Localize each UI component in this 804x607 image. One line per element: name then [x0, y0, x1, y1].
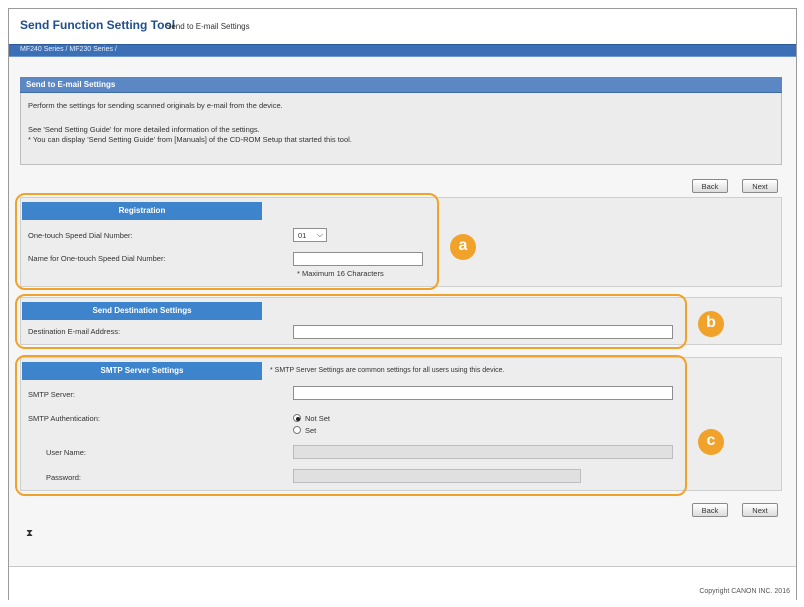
callout-b-badge: b	[698, 311, 724, 337]
next-button-bottom[interactable]: Next	[742, 503, 778, 517]
callout-c-outline	[15, 355, 687, 496]
next-button[interactable]: Next	[742, 179, 778, 193]
info-text-3: * You can display 'Send Setting Guide' f…	[28, 135, 352, 144]
breadcrumb-bar	[9, 44, 796, 57]
app-title: Send Function Setting Tool	[20, 18, 176, 32]
breadcrumb[interactable]: MF240 Series / MF230 Series /	[20, 46, 117, 53]
top-of-page-icon[interactable]: ⧗	[26, 528, 33, 539]
info-header	[20, 77, 782, 93]
back-button-bottom[interactable]: Back	[692, 503, 728, 517]
footer	[9, 566, 796, 600]
info-text-1: Perform the settings for sending scanned…	[28, 101, 283, 110]
page-subtitle: Send to E-mail Settings	[166, 22, 250, 31]
info-text-2: See 'Send Setting Guide' for more detail…	[28, 125, 260, 134]
callout-b-outline	[15, 294, 687, 349]
info-title: Send to E-mail Settings	[26, 80, 116, 89]
callout-c-badge: c	[698, 429, 724, 455]
callout-a-outline	[15, 193, 439, 290]
back-button[interactable]: Back	[692, 179, 728, 193]
copyright: Copyright CANON INC. 2016	[699, 588, 790, 595]
callout-a-badge: a	[450, 234, 476, 260]
